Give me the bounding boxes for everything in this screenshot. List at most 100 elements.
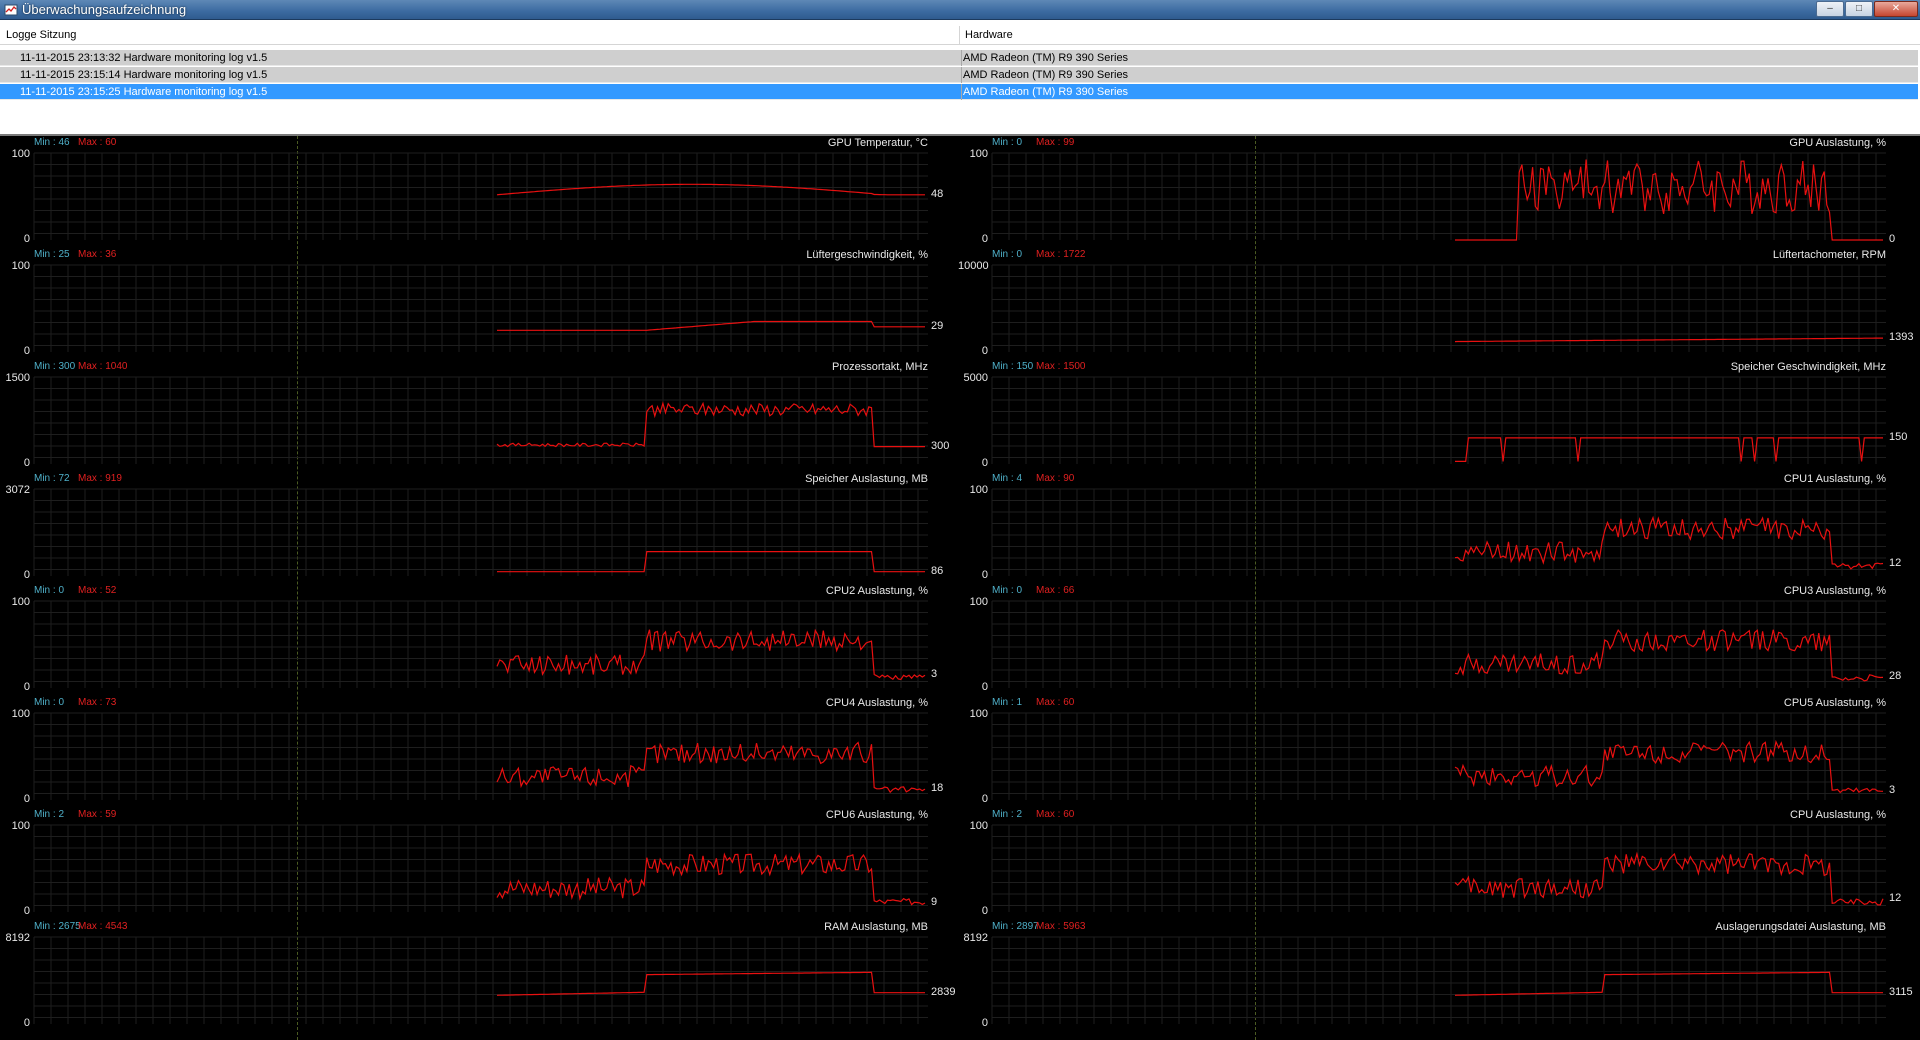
title-bar: Überwachungsaufzeichnung – □ ✕ bbox=[0, 0, 1920, 20]
y-axis-min: 0 bbox=[23, 1017, 30, 1029]
graph-title: Speicher Auslastung, MB bbox=[805, 473, 928, 485]
graph-title: CPU5 Auslastung, % bbox=[1783, 697, 1886, 709]
y-axis-max: 8192 bbox=[5, 932, 30, 944]
min-value: Min : 72 bbox=[34, 473, 70, 484]
session-list[interactable]: Logge Sitzung Hardware 11-11-2015 23:13:… bbox=[0, 20, 1920, 136]
graph-canvas bbox=[33, 936, 928, 1024]
graph-title: GPU Temperatur, °C bbox=[827, 137, 928, 149]
y-axis-min: 0 bbox=[981, 233, 988, 245]
min-value: Min : 150 bbox=[992, 361, 1034, 372]
graph-title: CPU1 Auslastung, % bbox=[1783, 473, 1886, 485]
graph-area[interactable]: Min : 46 Max : 60 GPU Temperatur, °C 100 0 48… bbox=[0, 136, 1920, 1040]
session-row[interactable]: 11-11-2015 23:15:14 Hardware monitoring … bbox=[0, 67, 1918, 83]
current-value: 3 bbox=[931, 668, 938, 681]
min-value: Min : 2675 bbox=[34, 921, 81, 932]
min-value: Min : 2 bbox=[992, 809, 1023, 820]
y-axis-min: 0 bbox=[981, 905, 988, 917]
max-value: Max : 99 bbox=[1036, 137, 1075, 148]
column-header-hardware[interactable]: Hardware bbox=[960, 26, 1920, 44]
graph-panel[interactable]: Min : 25 Max : 36 Lüftergeschwindigkeit, %… bbox=[0, 248, 962, 360]
graph-panel[interactable]: Min : 2675 Max : 4543 RAM Auslastung, MB 81… bbox=[0, 920, 962, 1032]
current-value: 3 bbox=[1889, 784, 1896, 797]
min-value: Min : 0 bbox=[992, 249, 1023, 260]
graph-panel[interactable]: Min : 0 Max : 66 CPU3 Auslastung, % 100 0 28 bbox=[958, 584, 1920, 696]
window-title: Überwachungsaufzeichnung bbox=[22, 2, 187, 17]
graph-panel[interactable]: Min : 72 Max : 919 Speicher Auslastung, MB… bbox=[0, 472, 962, 584]
grid bbox=[33, 264, 928, 352]
graph-panel[interactable]: Min : 46 Max : 60 GPU Temperatur, °C 100 0 48 bbox=[0, 136, 962, 248]
current-value: 2839 bbox=[931, 985, 956, 998]
max-value: Max : 60 bbox=[1036, 697, 1075, 708]
graph-panel[interactable]: Min : 0 Max : 99 GPU Auslastung, % 100 0 0 bbox=[958, 136, 1920, 248]
y-axis-min: 0 bbox=[981, 793, 988, 805]
max-value: Max : 1722 bbox=[1036, 249, 1086, 260]
graph-canvas bbox=[991, 712, 1886, 800]
y-axis-max: 3072 bbox=[5, 484, 30, 496]
min-value: Min : 2 bbox=[34, 809, 65, 820]
y-axis-min: 0 bbox=[23, 681, 30, 693]
y-axis-max: 100 bbox=[969, 820, 988, 832]
max-value: Max : 5963 bbox=[1036, 921, 1086, 932]
grid bbox=[33, 376, 928, 464]
current-value: 3115 bbox=[1889, 985, 1913, 998]
session-row[interactable]: 11-11-2015 23:13:32 Hardware monitoring … bbox=[0, 50, 1918, 66]
y-axis-min: 0 bbox=[23, 457, 30, 469]
grid bbox=[33, 824, 928, 912]
hardware-cell: AMD Radeon (TM) R9 390 Series bbox=[961, 67, 1913, 83]
max-value: Max : 1500 bbox=[1036, 361, 1086, 372]
graph-panel[interactable]: Min : 0 Max : 1722 Lüftertachometer, RPM 10… bbox=[958, 248, 1920, 360]
current-value: 29 bbox=[931, 319, 944, 332]
graph-panel[interactable]: Min : 150 Max : 1500 Speicher Geschwindigk… bbox=[958, 360, 1920, 472]
graph-title: CPU2 Auslastung, % bbox=[825, 585, 928, 597]
graph-canvas bbox=[33, 600, 928, 688]
min-value: Min : 46 bbox=[34, 137, 70, 148]
y-axis-min: 0 bbox=[23, 233, 30, 245]
y-axis-max: 100 bbox=[11, 596, 30, 608]
current-value: 12 bbox=[1889, 891, 1902, 904]
current-value: 48 bbox=[931, 187, 944, 200]
y-axis-max: 100 bbox=[969, 484, 988, 496]
column-header-session[interactable]: Logge Sitzung bbox=[0, 26, 960, 44]
graph-panel[interactable]: Min : 2 Max : 60 CPU Auslastung, % 100 0 12 bbox=[958, 808, 1920, 920]
grid bbox=[991, 712, 1886, 800]
y-axis-min: 0 bbox=[981, 681, 988, 693]
max-value: Max : 4543 bbox=[78, 921, 128, 932]
y-axis-max: 100 bbox=[11, 260, 30, 272]
graph-title: Prozessortakt, MHz bbox=[832, 361, 928, 373]
y-axis-max: 100 bbox=[969, 708, 988, 720]
graph-canvas bbox=[991, 376, 1886, 464]
max-value: Max : 59 bbox=[78, 809, 117, 820]
grid bbox=[33, 936, 928, 1024]
app-icon bbox=[4, 4, 18, 16]
graph-title: CPU6 Auslastung, % bbox=[825, 809, 928, 821]
maximize-button[interactable]: □ bbox=[1845, 1, 1873, 17]
min-value: Min : 25 bbox=[34, 249, 70, 260]
session-cell: 11-11-2015 23:15:25 Hardware monitoring … bbox=[20, 86, 268, 98]
graph-panel[interactable]: Min : 1 Max : 60 CPU5 Auslastung, % 100 0 3 bbox=[958, 696, 1920, 808]
close-button[interactable]: ✕ bbox=[1874, 1, 1918, 17]
session-row-selected[interactable]: 11-11-2015 23:15:25 Hardware monitoring … bbox=[0, 84, 1918, 100]
graph-panel[interactable]: Min : 2897 Max : 5963 Auslagerungsdatei Au… bbox=[958, 920, 1920, 1032]
graph-canvas bbox=[991, 824, 1886, 912]
minimize-button[interactable]: – bbox=[1816, 1, 1844, 17]
graph-panel[interactable]: Min : 2 Max : 59 CPU6 Auslastung, % 100 0 9 bbox=[0, 808, 962, 920]
graph-panel[interactable]: Min : 300 Max : 1040 Prozessortakt, MHz 150… bbox=[0, 360, 962, 472]
min-value: Min : 300 bbox=[34, 361, 76, 372]
graph-canvas bbox=[33, 712, 928, 800]
max-value: Max : 36 bbox=[78, 249, 117, 260]
graph-canvas bbox=[33, 824, 928, 912]
y-axis-max: 5000 bbox=[963, 372, 988, 384]
graph-title: Lüftergeschwindigkeit, % bbox=[806, 249, 928, 261]
grid bbox=[991, 152, 1886, 240]
y-axis-min: 0 bbox=[23, 569, 30, 581]
graph-canvas bbox=[33, 488, 928, 576]
graph-canvas bbox=[33, 152, 928, 240]
grid bbox=[33, 600, 928, 688]
min-value: Min : 0 bbox=[992, 137, 1023, 148]
min-value: Min : 1 bbox=[992, 697, 1023, 708]
graph-panel[interactable]: Min : 0 Max : 73 CPU4 Auslastung, % 100 0 18 bbox=[0, 696, 962, 808]
graph-panel[interactable]: Min : 4 Max : 90 CPU1 Auslastung, % 100 0 12 bbox=[958, 472, 1920, 584]
graph-canvas bbox=[33, 264, 928, 352]
graph-panel[interactable]: Min : 0 Max : 52 CPU2 Auslastung, % 100 0 3 bbox=[0, 584, 962, 696]
graph-title: GPU Auslastung, % bbox=[1789, 137, 1886, 149]
